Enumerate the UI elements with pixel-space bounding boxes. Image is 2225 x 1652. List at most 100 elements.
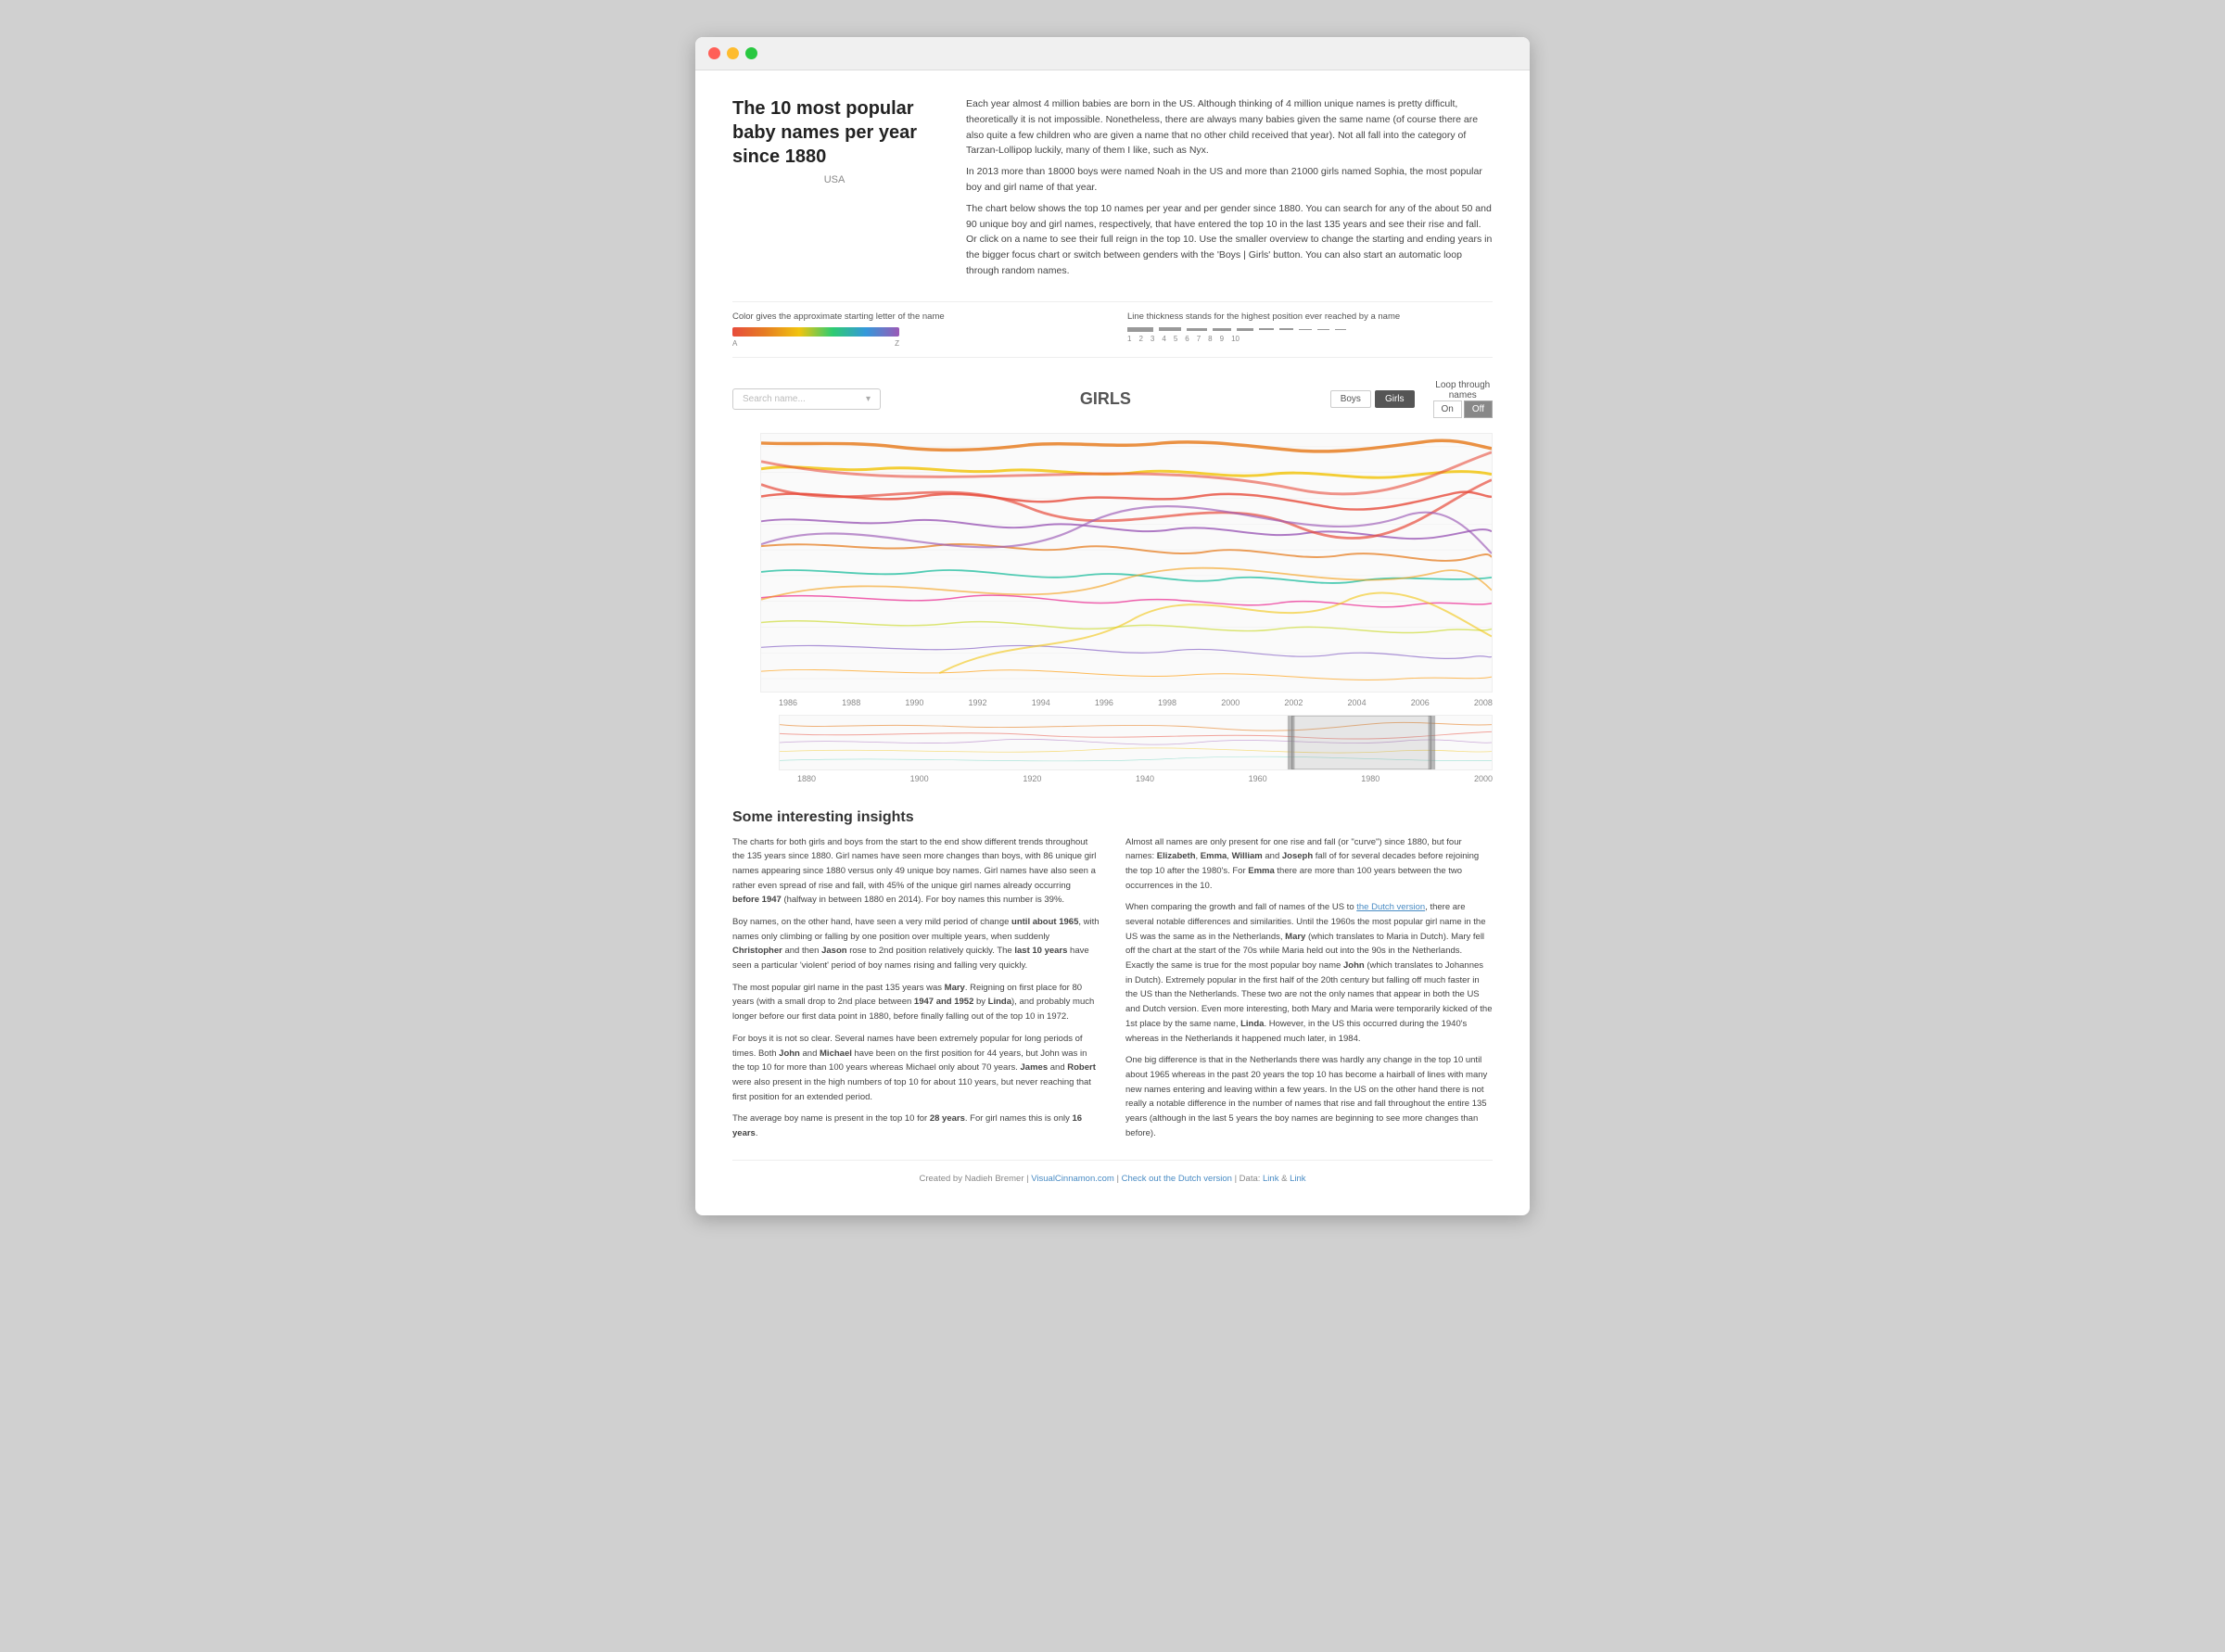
main-chart-svg xyxy=(761,434,1492,692)
overview-tick-1940: 1940 xyxy=(1136,774,1154,783)
color-gradient xyxy=(732,327,899,337)
thickness-line-3 xyxy=(1187,328,1207,332)
bold-until-1965: until about 1965 xyxy=(1011,917,1078,927)
thickness-num-10: 10 xyxy=(1231,335,1240,343)
insight-col2-p3: One big difference is that in the Nether… xyxy=(1125,1053,1493,1140)
bold-jason: Jason xyxy=(821,946,846,956)
color-legend-labels: A Z xyxy=(732,339,899,348)
thickness-line-2 xyxy=(1159,327,1181,331)
thickness-num-8: 8 xyxy=(1208,335,1212,343)
on-button[interactable]: On xyxy=(1433,400,1462,418)
bold-1947-1952: 1947 and 1952 xyxy=(914,997,973,1007)
chart-with-yaxis: 1 2 3 4 5 6 7 8 9 10 xyxy=(760,433,1493,696)
bold-last10: last 10 years xyxy=(1014,946,1067,956)
insight-col2-p1: Almost all names are only present for on… xyxy=(1125,835,1493,894)
thickness-num-2: 2 xyxy=(1138,335,1142,343)
close-dot[interactable] xyxy=(708,47,720,59)
main-content: The 10 most popular baby names per year … xyxy=(695,70,1530,1215)
thickness-legend-title: Line thickness stands for the highest po… xyxy=(1127,311,1493,322)
intro-p3: The chart below shows the top 10 names p… xyxy=(966,201,1493,279)
minimize-dot[interactable] xyxy=(727,47,739,59)
insight-p3: The most popular girl name in the past 1… xyxy=(732,981,1100,1024)
bold-before-1947: before 1947 xyxy=(732,895,782,905)
app-window: The 10 most popular baby names per year … xyxy=(695,37,1530,1215)
intro-p2: In 2013 more than 18000 boys were named … xyxy=(966,164,1493,196)
boys-button[interactable]: Boys xyxy=(1330,390,1371,408)
maximize-dot[interactable] xyxy=(745,47,757,59)
main-chart-area[interactable] xyxy=(760,433,1493,693)
color-label-a: A xyxy=(732,339,737,348)
insights-col-2: Almost all names are only present for on… xyxy=(1125,835,1493,1149)
footer-separator-2: | Data: xyxy=(1235,1174,1263,1184)
bold-28-years: 28 years xyxy=(930,1113,965,1124)
search-box[interactable]: Search name... ▾ xyxy=(732,388,881,410)
thickness-num-9: 9 xyxy=(1220,335,1224,343)
x-tick-2000: 2000 xyxy=(1221,698,1240,707)
insight-col2-p2: When comparing the growth and fall of na… xyxy=(1125,900,1493,1046)
thickness-num-1: 1 xyxy=(1127,335,1131,343)
boys-girls-toggle: Boys Girls xyxy=(1330,390,1415,408)
header-section: The 10 most popular baby names per year … xyxy=(732,96,1493,285)
bold-emma2: Emma xyxy=(1248,866,1275,876)
visual-cinnamon-link[interactable]: VisualCinnamon.com xyxy=(1031,1174,1114,1184)
overview-tick-1980: 1980 xyxy=(1361,774,1380,783)
overview-section: 1880 1900 1920 1940 1960 1980 2000 xyxy=(779,715,1493,783)
main-title: The 10 most popular baby names per year … xyxy=(732,96,936,169)
footer: Created by Nadieh Bremer | VisualCinnamo… xyxy=(732,1160,1493,1193)
thickness-line-5 xyxy=(1237,328,1253,331)
overview-svg xyxy=(780,716,1492,769)
data-link-2[interactable]: Link xyxy=(1290,1174,1305,1184)
bold-john2: John xyxy=(1343,960,1365,971)
insight-p4: For boys it is not so clear. Several nam… xyxy=(732,1032,1100,1104)
bold-michael: Michael xyxy=(820,1048,852,1059)
bold-linda: Linda xyxy=(988,997,1011,1007)
thickness-line-1 xyxy=(1127,327,1153,332)
insights-columns: The charts for both girls and boys from … xyxy=(732,835,1493,1149)
x-tick-1994: 1994 xyxy=(1032,698,1050,707)
insights-section: Some interesting insights The charts for… xyxy=(732,800,1493,1149)
x-tick-2008: 2008 xyxy=(1474,698,1493,707)
loop-control: Loop throughnames On Off xyxy=(1433,380,1494,418)
color-legend-title: Color gives the approximate starting let… xyxy=(732,311,1098,322)
bold-james: James xyxy=(1021,1062,1049,1073)
overview-tick-1900: 1900 xyxy=(910,774,929,783)
search-dropdown-icon[interactable]: ▾ xyxy=(866,394,871,404)
data-link-1[interactable]: Link xyxy=(1263,1174,1278,1184)
x-tick-1998: 1998 xyxy=(1158,698,1176,707)
insight-p5: The average boy name is present in the t… xyxy=(732,1112,1100,1140)
thickness-num-3: 3 xyxy=(1151,335,1154,343)
color-label-z: Z xyxy=(895,339,899,348)
thickness-line-8 xyxy=(1299,329,1312,331)
thickness-line-4 xyxy=(1213,328,1231,331)
thickness-line-6 xyxy=(1259,328,1274,330)
thickness-num-7: 7 xyxy=(1197,335,1201,343)
girls-button[interactable]: Girls xyxy=(1375,390,1415,408)
off-button[interactable]: Off xyxy=(1464,400,1493,418)
bold-mary: Mary xyxy=(945,983,965,993)
titlebar xyxy=(695,37,1530,70)
overview-tick-2000: 2000 xyxy=(1474,774,1493,783)
insights-title: Some interesting insights xyxy=(732,809,1493,826)
dutch-version-link[interactable]: the Dutch version xyxy=(1356,902,1425,912)
thickness-legend-items xyxy=(1127,327,1493,332)
x-tick-2002: 2002 xyxy=(1284,698,1303,707)
on-off-toggle: On Off xyxy=(1433,400,1494,418)
loop-label: Loop throughnames xyxy=(1433,380,1494,400)
dutch-version-footer-link[interactable]: Check out the Dutch version xyxy=(1122,1174,1232,1184)
bold-robert: Robert xyxy=(1067,1062,1096,1073)
insight-p2: Boy names, on the other hand, have seen … xyxy=(732,915,1100,973)
thickness-num-6: 6 xyxy=(1185,335,1189,343)
footer-created: Created by Nadieh Bremer | xyxy=(919,1174,1031,1184)
overview-chart[interactable] xyxy=(779,715,1493,770)
legend-section: Color gives the approximate starting let… xyxy=(732,301,1493,358)
x-tick-1990: 1990 xyxy=(905,698,923,707)
search-placeholder: Search name... xyxy=(743,394,806,404)
x-tick-2006: 2006 xyxy=(1411,698,1430,707)
bold-christopher: Christopher xyxy=(732,946,782,956)
bold-elizabeth: Elizabeth xyxy=(1157,851,1196,861)
thickness-num-4: 4 xyxy=(1162,335,1165,343)
x-tick-1988: 1988 xyxy=(842,698,860,707)
insights-col-1: The charts for both girls and boys from … xyxy=(732,835,1100,1149)
thickness-line-9 xyxy=(1317,329,1329,330)
overview-tick-1880: 1880 xyxy=(797,774,816,783)
